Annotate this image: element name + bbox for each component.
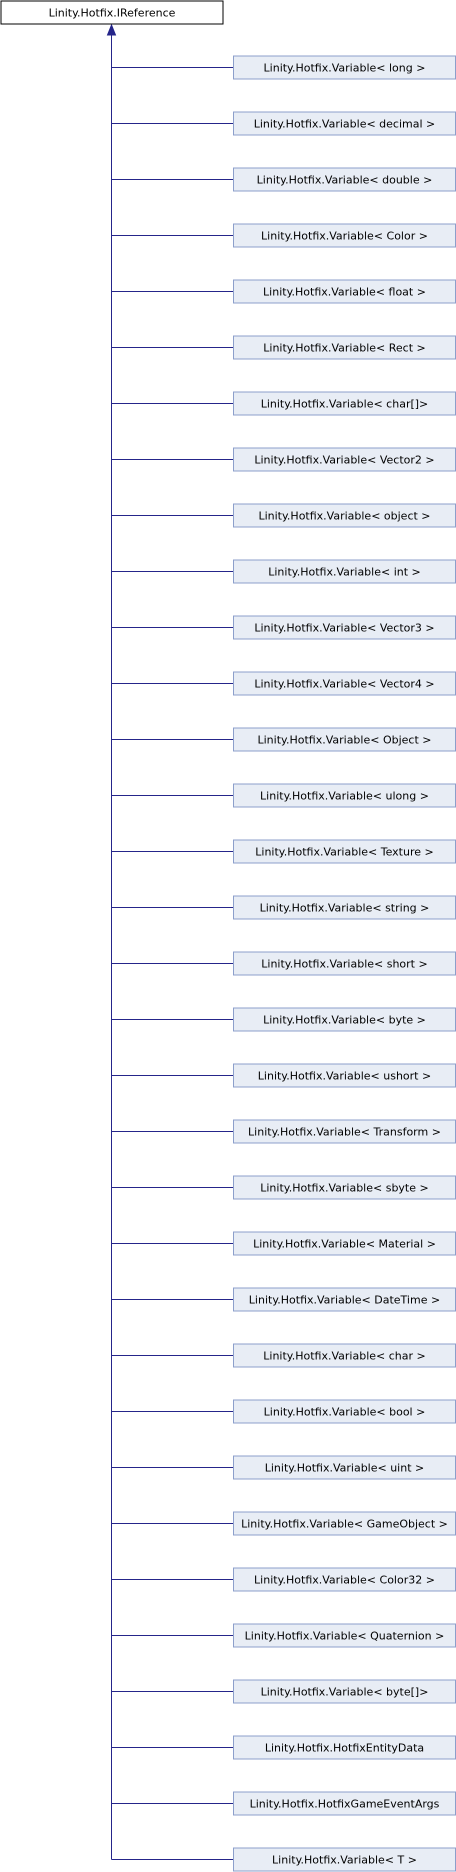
child-node-label: Linity.Hotfix.Variable< double >	[257, 174, 433, 187]
child-node-label: Linity.Hotfix.HotfixGameEventArgs	[250, 1798, 440, 1811]
child-node[interactable]: Linity.Hotfix.Variable< decimal >	[233, 111, 456, 136]
child-node[interactable]: Linity.Hotfix.Variable< Rect >	[233, 335, 456, 360]
child-node[interactable]: Linity.Hotfix.Variable< char[]>	[233, 391, 456, 416]
child-node-label: Linity.Hotfix.Variable< Transform >	[248, 1126, 441, 1139]
child-node[interactable]: Linity.Hotfix.Variable< Color >	[233, 223, 456, 248]
child-node-label: Linity.Hotfix.Variable< Color32 >	[254, 1574, 435, 1587]
child-node-label: Linity.Hotfix.Variable< string >	[260, 902, 430, 915]
child-node-label: Linity.Hotfix.Variable< GameObject >	[241, 1518, 448, 1531]
child-node[interactable]: Linity.Hotfix.HotfixEntityData	[233, 1735, 456, 1760]
child-node[interactable]: Linity.Hotfix.Variable< T >	[233, 1847, 456, 1872]
child-node[interactable]: Linity.Hotfix.Variable< short >	[233, 951, 456, 976]
child-node-label: Linity.Hotfix.Variable< Texture >	[255, 846, 433, 859]
child-node-label: Linity.Hotfix.Variable< char[]>	[261, 398, 429, 411]
child-node[interactable]: Linity.Hotfix.Variable< sbyte >	[233, 1175, 456, 1200]
child-node[interactable]: Linity.Hotfix.Variable< GameObject >	[233, 1511, 456, 1536]
root-node[interactable]: Linity.Hotfix.IReference	[0, 0, 224, 25]
child-node[interactable]: Linity.Hotfix.Variable< object >	[233, 503, 456, 528]
child-node-label: Linity.Hotfix.Variable< Vector2 >	[254, 454, 434, 467]
child-node-label: Linity.Hotfix.Variable< Color >	[261, 230, 428, 243]
child-node-label: Linity.Hotfix.Variable< Rect >	[263, 342, 425, 355]
child-node[interactable]: Linity.Hotfix.Variable< Material >	[233, 1231, 456, 1256]
child-node[interactable]: Linity.Hotfix.Variable< Object >	[233, 727, 456, 752]
child-node-label: Linity.Hotfix.Variable< object >	[258, 510, 430, 523]
child-node-label: Linity.Hotfix.Variable< ulong >	[260, 790, 429, 803]
child-node[interactable]: Linity.Hotfix.Variable< Color32 >	[233, 1567, 456, 1592]
child-node[interactable]: Linity.Hotfix.Variable< bool >	[233, 1399, 456, 1424]
child-node-label: Linity.Hotfix.Variable< T >	[272, 1854, 417, 1867]
child-node-label: Linity.Hotfix.Variable< Vector3 >	[254, 622, 434, 635]
child-node-label: Linity.Hotfix.Variable< DateTime >	[249, 1294, 440, 1307]
child-node[interactable]: Linity.Hotfix.Variable< Vector4 >	[233, 671, 456, 696]
child-node-label: Linity.Hotfix.Variable< ushort >	[258, 1070, 431, 1083]
child-node-label: Linity.Hotfix.Variable< uint >	[265, 1462, 425, 1475]
child-node[interactable]: Linity.Hotfix.Variable< int >	[233, 559, 456, 584]
child-node-label: Linity.Hotfix.Variable< float >	[263, 286, 426, 299]
child-node[interactable]: Linity.Hotfix.Variable< Texture >	[233, 839, 456, 864]
child-node-label: Linity.Hotfix.Variable< decimal >	[254, 118, 436, 131]
child-node[interactable]: Linity.Hotfix.Variable< byte[]>	[233, 1679, 456, 1704]
child-node-label: Linity.Hotfix.Variable< Vector4 >	[254, 678, 434, 691]
child-node-label: Linity.Hotfix.Variable< Object >	[257, 734, 431, 747]
child-node[interactable]: Linity.Hotfix.Variable< Transform >	[233, 1119, 456, 1144]
child-node-label: Linity.Hotfix.Variable< byte[]>	[261, 1686, 429, 1699]
child-node[interactable]: Linity.Hotfix.Variable< DateTime >	[233, 1287, 456, 1312]
child-node-label: Linity.Hotfix.Variable< sbyte >	[260, 1182, 428, 1195]
inheritance-edges	[106, 23, 234, 1860]
child-node-label: Linity.Hotfix.Variable< byte >	[263, 1014, 426, 1027]
child-node-label: Linity.Hotfix.Variable< char >	[263, 1350, 425, 1363]
child-node[interactable]: Linity.Hotfix.Variable< double >	[233, 167, 456, 192]
child-node[interactable]: Linity.Hotfix.Variable< long >	[233, 55, 456, 80]
child-node[interactable]: Linity.Hotfix.Variable< uint >	[233, 1455, 456, 1480]
child-node[interactable]: Linity.Hotfix.Variable< ulong >	[233, 783, 456, 808]
child-node[interactable]: Linity.Hotfix.Variable< float >	[233, 279, 456, 304]
child-node[interactable]: Linity.Hotfix.Variable< byte >	[233, 1007, 456, 1032]
inheritance-arrowhead	[106, 23, 117, 36]
child-node[interactable]: Linity.Hotfix.Variable< Quaternion >	[233, 1623, 456, 1648]
child-node-label: Linity.Hotfix.HotfixEntityData	[265, 1742, 424, 1755]
root-node-label: Linity.Hotfix.IReference	[49, 7, 176, 20]
child-node[interactable]: Linity.Hotfix.HotfixGameEventArgs	[233, 1791, 456, 1816]
child-node[interactable]: Linity.Hotfix.Variable< Vector3 >	[233, 615, 456, 640]
child-node-label: Linity.Hotfix.Variable< int >	[268, 566, 421, 579]
child-node-label: Linity.Hotfix.Variable< Material >	[253, 1238, 436, 1251]
child-nodes: Linity.Hotfix.Variable< long > Linity.Hot…	[233, 55, 456, 1872]
child-node-label: Linity.Hotfix.Variable< Quaternion >	[245, 1630, 445, 1643]
child-node[interactable]: Linity.Hotfix.Variable< ushort >	[233, 1063, 456, 1088]
child-node-label: Linity.Hotfix.Variable< long >	[264, 62, 426, 75]
inheritance-diagram: Linity.Hotfix.IReference Linity.Hotfix.V…	[0, 0, 456, 1872]
child-node[interactable]: Linity.Hotfix.Variable< Vector2 >	[233, 447, 456, 472]
child-node-label: Linity.Hotfix.Variable< short >	[261, 958, 427, 971]
child-node-label: Linity.Hotfix.Variable< bool >	[264, 1406, 426, 1419]
child-node[interactable]: Linity.Hotfix.Variable< string >	[233, 895, 456, 920]
child-node[interactable]: Linity.Hotfix.Variable< char >	[233, 1343, 456, 1368]
